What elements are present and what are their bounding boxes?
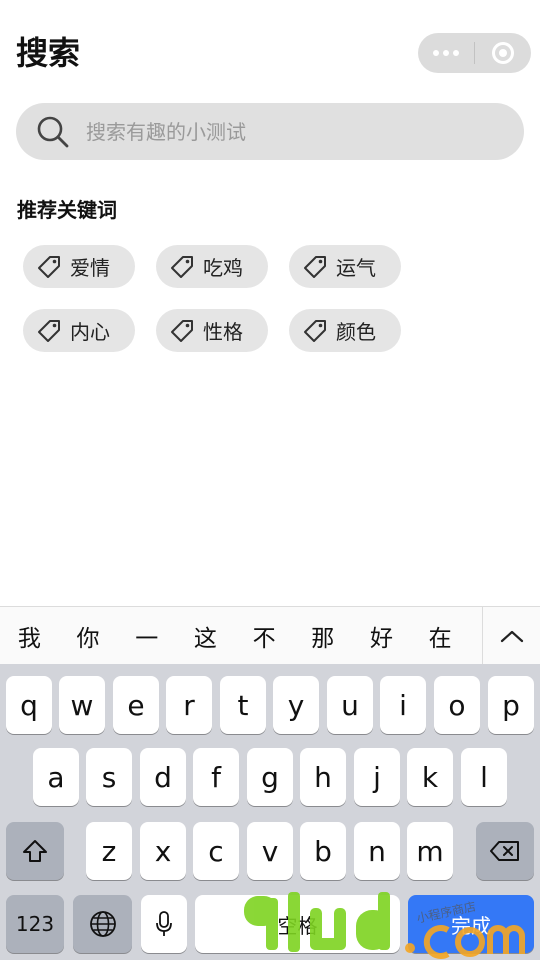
candidate-word[interactable]: 这: [176, 619, 235, 653]
key-r[interactable]: r: [166, 676, 212, 734]
keyword-tag[interactable]: 性格: [156, 309, 268, 352]
microphone-icon: [156, 911, 172, 936]
key-l[interactable]: l: [461, 748, 507, 806]
keyword-tag[interactable]: 吃鸡: [156, 245, 268, 288]
language-key[interactable]: [73, 895, 132, 953]
key-c[interactable]: c: [193, 822, 239, 880]
key-p[interactable]: p: [488, 676, 534, 734]
keyword-tag-label: 吃鸡: [203, 256, 243, 280]
backspace-key[interactable]: [476, 822, 534, 880]
keyword-tag-label: 性格: [203, 320, 243, 344]
candidate-word[interactable]: 在: [411, 619, 470, 653]
tag-icon: [304, 255, 326, 278]
keyword-tag-label: 运气: [336, 256, 376, 280]
globe-icon: [89, 911, 116, 937]
close-button[interactable]: [475, 33, 531, 73]
space-key[interactable]: 空格: [195, 895, 400, 953]
candidate-word[interactable]: 那: [293, 619, 352, 653]
keyword-tag-label: 颜色: [336, 320, 376, 344]
tag-icon: [38, 255, 60, 278]
key-e[interactable]: e: [113, 676, 159, 734]
close-target-icon: [492, 42, 514, 64]
done-key[interactable]: 完成: [408, 895, 534, 953]
key-v[interactable]: v: [247, 822, 293, 880]
keyword-tag[interactable]: 运气: [289, 245, 401, 288]
key-o[interactable]: o: [434, 676, 480, 734]
key-a[interactable]: a: [33, 748, 79, 806]
tag-icon: [38, 319, 60, 342]
microphone-key[interactable]: [141, 895, 187, 953]
key-i[interactable]: i: [380, 676, 426, 734]
key-m[interactable]: m: [407, 822, 453, 880]
key-x[interactable]: x: [140, 822, 186, 880]
search-icon: [37, 116, 69, 147]
expand-candidates-button[interactable]: [482, 607, 540, 665]
keyword-tag[interactable]: 内心: [23, 309, 135, 352]
key-u[interactable]: u: [327, 676, 373, 734]
key-b[interactable]: b: [300, 822, 346, 880]
key-q[interactable]: q: [6, 676, 52, 734]
keyboard: q w e r t y u i o p a s d f g h j k l z …: [0, 664, 540, 960]
tag-icon: [171, 319, 193, 342]
more-button[interactable]: [418, 33, 474, 73]
search-bar[interactable]: [16, 103, 524, 160]
key-j[interactable]: j: [354, 748, 400, 806]
key-y[interactable]: y: [273, 676, 319, 734]
backspace-icon: [490, 841, 519, 861]
candidate-word[interactable]: 不: [235, 619, 294, 653]
recommend-heading: 推荐关键词: [17, 198, 117, 222]
key-h[interactable]: h: [300, 748, 346, 806]
shift-key[interactable]: [6, 822, 64, 880]
ime-candidate-bar: 我 你 一 这 不 那 好 在: [0, 606, 540, 665]
candidate-word[interactable]: 我: [0, 619, 59, 653]
candidate-word[interactable]: 好: [352, 619, 411, 653]
key-f[interactable]: f: [193, 748, 239, 806]
shift-arrow-icon: [23, 840, 47, 862]
mini-program-capsule: [418, 33, 531, 73]
tag-icon: [304, 319, 326, 342]
key-s[interactable]: s: [86, 748, 132, 806]
search-input[interactable]: [86, 119, 486, 144]
key-d[interactable]: d: [140, 748, 186, 806]
key-g[interactable]: g: [247, 748, 293, 806]
more-dots-icon: [433, 50, 459, 56]
keyword-tag-label: 爱情: [70, 256, 110, 280]
candidate-word[interactable]: 你: [59, 619, 118, 653]
numbers-key[interactable]: 123: [6, 895, 64, 953]
key-w[interactable]: w: [59, 676, 105, 734]
keyword-tag[interactable]: 颜色: [289, 309, 401, 352]
tag-icon: [171, 255, 193, 278]
key-k[interactable]: k: [407, 748, 453, 806]
keyword-tag-label: 内心: [70, 320, 110, 344]
keyword-tags: 爱情 吃鸡 运气 内心 性格 颜色: [23, 245, 443, 352]
key-z[interactable]: z: [86, 822, 132, 880]
page-title: 搜索: [16, 34, 81, 72]
key-t[interactable]: t: [220, 676, 266, 734]
candidate-word[interactable]: 一: [117, 619, 176, 653]
chevron-up-icon: [500, 630, 523, 643]
key-n[interactable]: n: [354, 822, 400, 880]
keyword-tag[interactable]: 爱情: [23, 245, 135, 288]
